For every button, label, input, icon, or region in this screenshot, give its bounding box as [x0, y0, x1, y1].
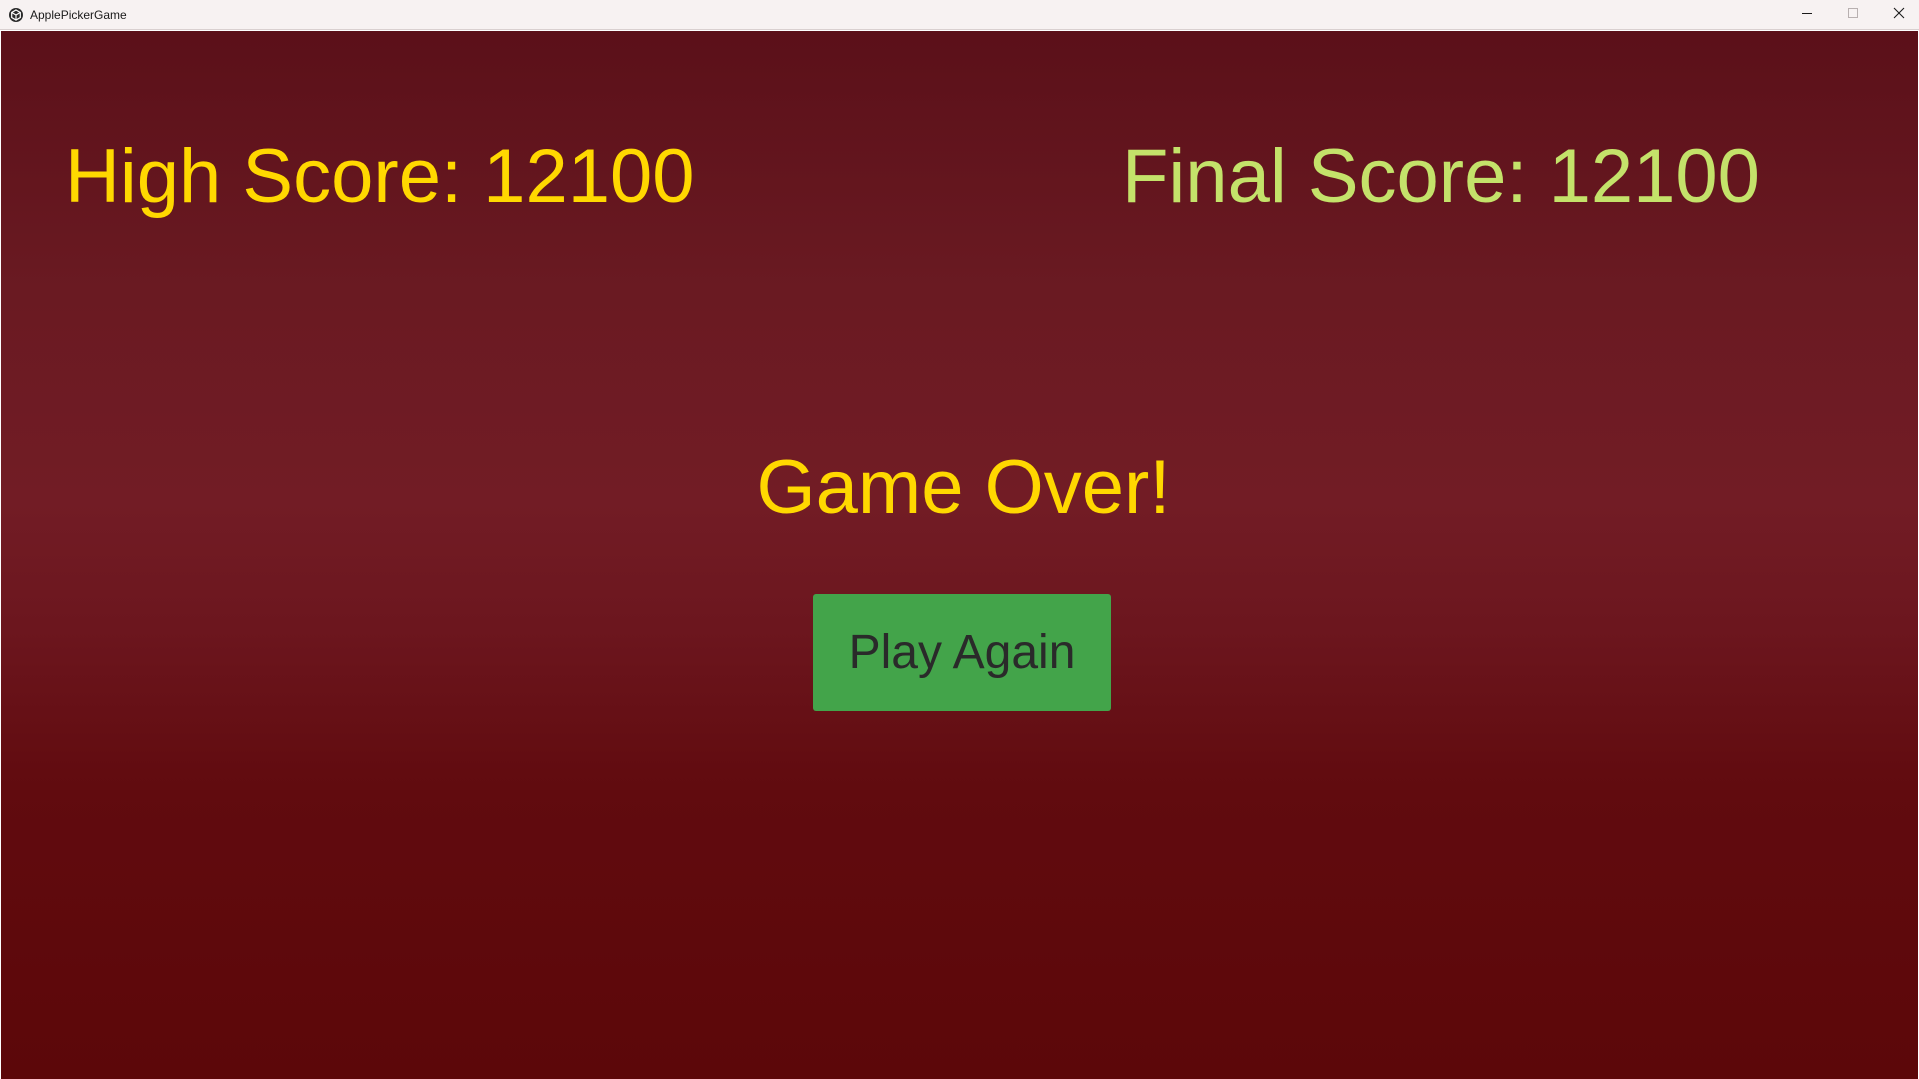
minimize-button[interactable]	[1784, 0, 1830, 30]
minimize-icon	[1801, 6, 1813, 24]
unity-icon	[8, 7, 24, 23]
play-again-button[interactable]: Play Again	[813, 594, 1111, 711]
maximize-button[interactable]	[1830, 0, 1876, 30]
game-canvas: High Score: 12100 Final Score: 12100 Gam…	[1, 31, 1918, 1079]
close-button[interactable]	[1876, 0, 1919, 30]
play-again-label: Play Again	[848, 626, 1076, 679]
window-title: ApplePickerGame	[30, 8, 127, 22]
maximize-icon	[1847, 6, 1859, 24]
close-icon	[1893, 6, 1905, 24]
high-score-label: High Score: 12100	[65, 134, 695, 219]
title-bar[interactable]: ApplePickerGame	[0, 0, 1919, 30]
app-window: ApplePickerGame High Score: 12100 Final …	[0, 0, 1919, 1079]
final-score-label: Final Score: 12100	[1122, 134, 1760, 219]
game-over-title: Game Over!	[756, 445, 1171, 530]
